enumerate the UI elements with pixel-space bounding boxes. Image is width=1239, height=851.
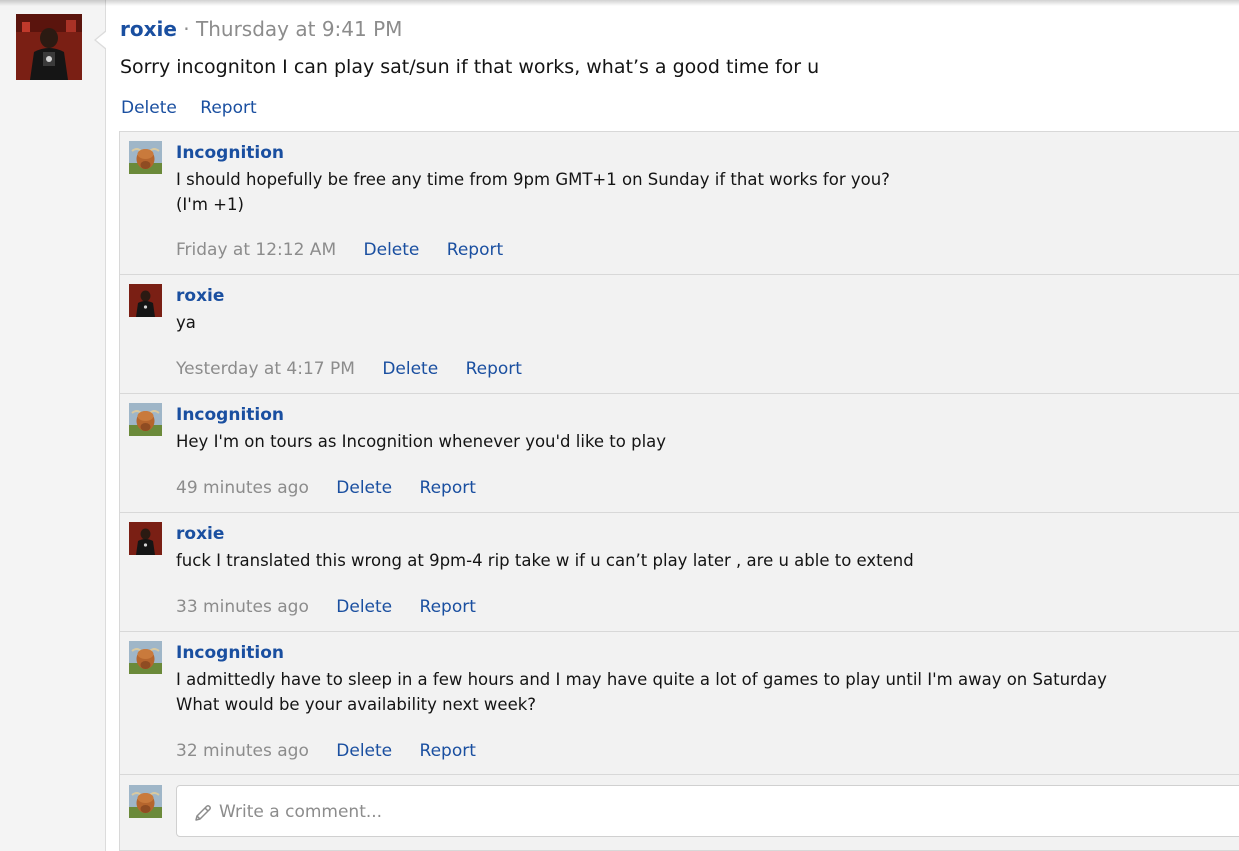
- comment-text-line: Hey I'm on tours as Incognition whenever…: [176, 432, 667, 451]
- comment-text: ya: [176, 310, 196, 335]
- comment-delete-link[interactable]: Delete: [364, 240, 420, 260]
- comment-text-line: (I'm +1): [176, 195, 244, 214]
- post-separator: ·: [183, 17, 190, 41]
- comment-text-line: I admittedly have to sleep in a few hour…: [176, 670, 1107, 689]
- comment-report-link[interactable]: Report: [420, 478, 476, 498]
- comment-author[interactable]: roxie: [176, 523, 224, 545]
- post-text: Sorry incogniton I can play sat/sun if t…: [120, 56, 820, 78]
- comment-text: I should hopefully be free any time from…: [176, 167, 890, 217]
- comment-time[interactable]: 33 minutes ago: [176, 597, 309, 617]
- comment-text-line: ya: [176, 313, 196, 332]
- comment-item: Incognition I should hopefully be free a…: [120, 132, 1239, 275]
- comment-report-link[interactable]: Report: [466, 359, 522, 379]
- avatar[interactable]: [129, 141, 162, 174]
- comment-input[interactable]: Write a comment...: [176, 785, 1239, 837]
- pencil-icon: [195, 805, 211, 821]
- post-header: roxie · Thursday at 9:41 PM: [120, 16, 402, 42]
- comment-meta: 33 minutes ago Delete Report: [176, 595, 498, 619]
- comment-time[interactable]: 32 minutes ago: [176, 741, 309, 761]
- post-time[interactable]: Thursday at 9:41 PM: [196, 17, 402, 41]
- top-shadow: [0, 0, 1239, 6]
- comment-report-link[interactable]: Report: [420, 741, 476, 761]
- avatar[interactable]: [129, 522, 162, 555]
- roxie-avatar: [129, 522, 162, 555]
- comment-author[interactable]: Incognition: [176, 142, 284, 164]
- post-author[interactable]: roxie: [120, 17, 177, 41]
- comment-meta: 32 minutes ago Delete Report: [176, 739, 498, 763]
- highland-cow-avatar: [129, 403, 162, 436]
- comment-time[interactable]: Friday at 12:12 AM: [176, 240, 336, 260]
- post-pointer-arrow: [94, 30, 107, 50]
- highland-cow-avatar: [129, 141, 162, 174]
- comment-text-line: What would be your availability next wee…: [176, 695, 537, 714]
- comment-item: roxie fuck I translated this wrong at 9p…: [120, 513, 1239, 632]
- comment-text: I admittedly have to sleep in a few hour…: [176, 667, 1107, 717]
- comment-composer: Write a comment...: [120, 775, 1239, 850]
- comment-list: Incognition I should hopefully be free a…: [119, 131, 1239, 851]
- comment-report-link[interactable]: Report: [447, 240, 503, 260]
- highland-cow-avatar: [129, 785, 162, 818]
- roxie-avatar-image: [16, 14, 82, 80]
- comment-text: Hey I'm on tours as Incognition whenever…: [176, 429, 666, 454]
- comment-item: Incognition I admittedly have to sleep i…: [120, 632, 1239, 775]
- comment-text-line: I should hopefully be free any time from…: [176, 170, 890, 189]
- comment-meta: Friday at 12:12 AM Delete Report: [176, 238, 525, 262]
- post-delete-link[interactable]: Delete: [121, 98, 177, 118]
- comment-text: fuck I translated this wrong at 9pm-4 ri…: [176, 548, 914, 573]
- comment-report-link[interactable]: Report: [420, 597, 476, 617]
- comment-author[interactable]: Incognition: [176, 642, 284, 664]
- comment-time[interactable]: 49 minutes ago: [176, 478, 309, 498]
- comment-input-placeholder: Write a comment...: [219, 802, 383, 822]
- avatar: [129, 785, 162, 818]
- comment-text-line: fuck I translated this wrong at 9pm-4 ri…: [176, 551, 914, 570]
- roxie-avatar: [129, 284, 162, 317]
- comment-author[interactable]: roxie: [176, 285, 224, 307]
- comment-time[interactable]: Yesterday at 4:17 PM: [176, 359, 355, 379]
- comment-delete-link[interactable]: Delete: [336, 741, 392, 761]
- post-actions: Delete Report: [121, 96, 275, 120]
- comment-delete-link[interactable]: Delete: [382, 359, 438, 379]
- left-column: [0, 0, 106, 851]
- comment-meta: 49 minutes ago Delete Report: [176, 476, 498, 500]
- comment-delete-link[interactable]: Delete: [336, 597, 392, 617]
- comment-meta: Yesterday at 4:17 PM Delete Report: [176, 357, 544, 381]
- comment-delete-link[interactable]: Delete: [336, 478, 392, 498]
- comment-item: Incognition Hey I'm on tours as Incognit…: [120, 394, 1239, 513]
- avatar[interactable]: [129, 641, 162, 674]
- comment-item: roxie ya Yesterday at 4:17 PM Delete Rep…: [120, 275, 1239, 394]
- avatar[interactable]: [16, 14, 82, 80]
- comment-author[interactable]: Incognition: [176, 404, 284, 426]
- post-report-link[interactable]: Report: [200, 98, 256, 118]
- avatar[interactable]: [129, 284, 162, 317]
- highland-cow-avatar: [129, 641, 162, 674]
- avatar[interactable]: [129, 403, 162, 436]
